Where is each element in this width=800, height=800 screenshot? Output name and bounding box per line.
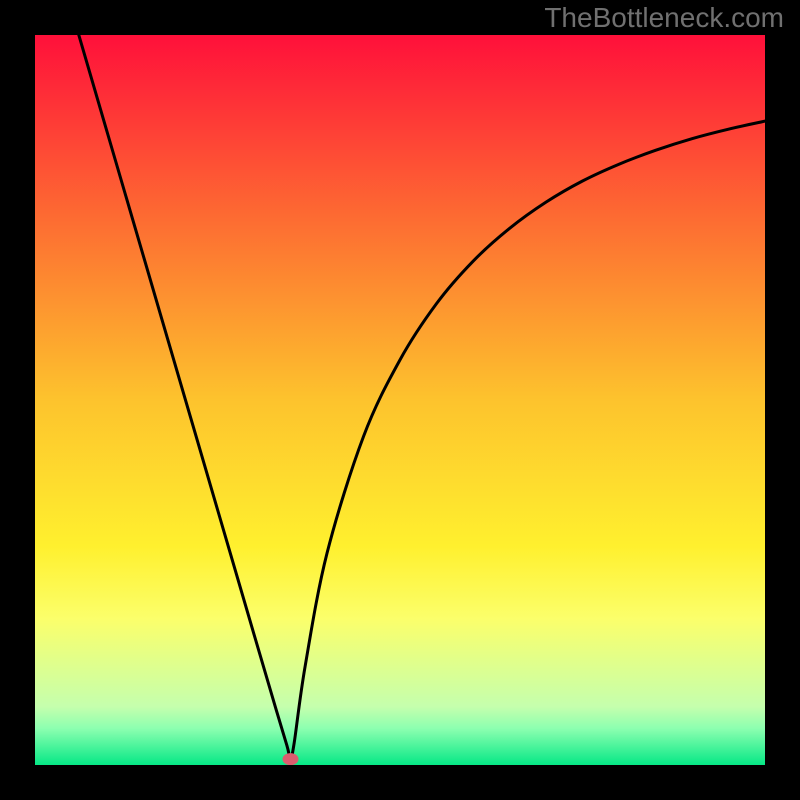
plot-area — [35, 35, 765, 765]
chart-svg — [35, 35, 765, 765]
gradient-background — [35, 35, 765, 765]
marker-dot — [283, 753, 299, 765]
chart-container: TheBottleneck.com — [0, 0, 800, 800]
watermark-text: TheBottleneck.com — [544, 2, 784, 34]
